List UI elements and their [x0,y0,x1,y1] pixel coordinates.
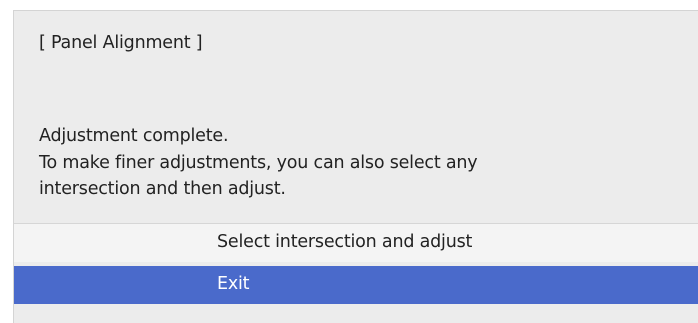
dialog-title: [ Panel Alignment ] [39,33,203,53]
panel-alignment-dialog: [ Panel Alignment ] Adjustment complete.… [13,10,698,323]
select-intersection-option[interactable]: Select intersection and adjust [14,224,698,262]
message-line: To make finer adjustments, you can also … [39,152,478,173]
message-line: Adjustment complete. [39,126,229,146]
exit-option[interactable]: Exit [14,266,698,304]
option-label: Select intersection and adjust [217,232,473,252]
message-line: intersection and then adjust. [39,179,286,199]
dialog-message: Adjustment complete. To make finer adjus… [39,123,659,203]
option-label: Exit [217,274,250,294]
